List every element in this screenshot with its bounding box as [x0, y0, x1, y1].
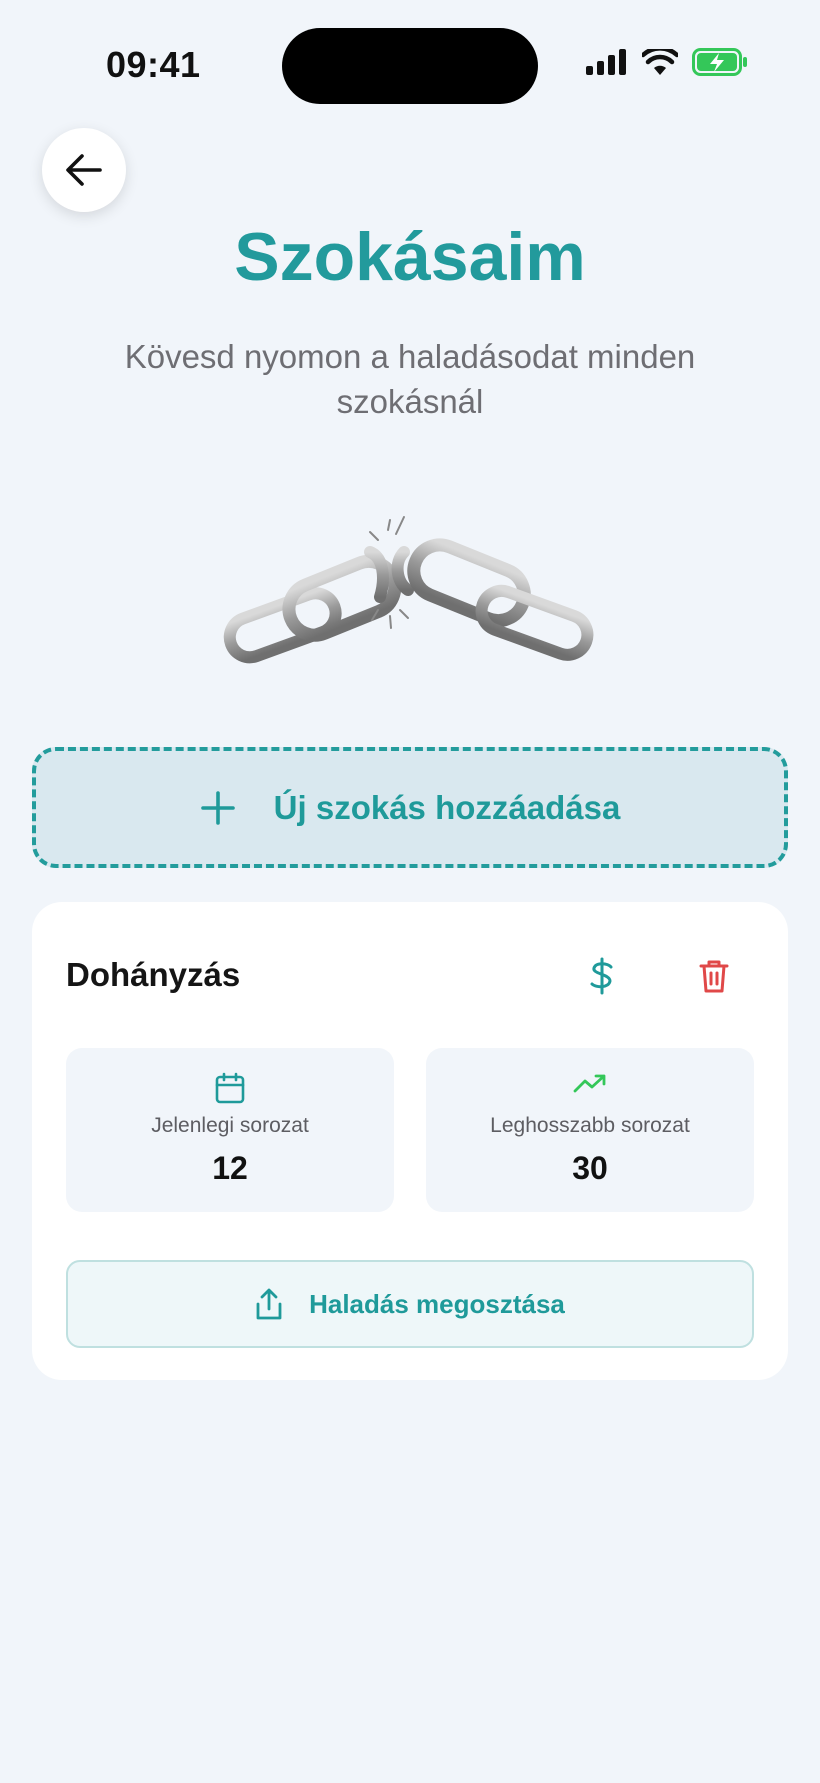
- page-title: Szokásaim: [234, 219, 586, 295]
- habits-screen: 09:41 Szokásaim Kövesd nyomon a haladáso…: [0, 0, 820, 1783]
- add-habit-label: Új szokás hozzáadása: [273, 788, 621, 826]
- current-streak-box: Jelenlegi sorozat 12: [66, 1048, 394, 1212]
- trending-up-icon: [573, 1074, 606, 1093]
- wifi-icon: [642, 49, 678, 75]
- delete-habit-button[interactable]: [692, 954, 736, 998]
- longest-streak-label: Leghosszabb sorozat: [490, 1114, 690, 1137]
- battery-charging-icon: [692, 48, 747, 76]
- current-streak-value: 12: [212, 1150, 248, 1186]
- status-icons: [586, 48, 748, 76]
- signal-icon: [586, 49, 626, 75]
- current-streak-label: Jelenlegi sorozat: [151, 1114, 309, 1137]
- savings-button[interactable]: [580, 954, 624, 998]
- dynamic-island: [282, 28, 538, 104]
- longest-streak-value: 30: [572, 1150, 608, 1186]
- calendar-icon: [215, 1072, 245, 1104]
- habit-card: Dohányzás Jelenlegi sorozat 12 Leghossza…: [32, 902, 788, 1380]
- trash-icon: [699, 960, 729, 993]
- status-time: 09:41: [106, 44, 201, 85]
- habit-name: Dohányzás: [66, 956, 241, 993]
- dollar-icon: [590, 957, 613, 995]
- share-progress-button[interactable]: Haladás megosztása: [66, 1260, 754, 1348]
- add-habit-button[interactable]: Új szokás hozzáadása: [32, 747, 788, 868]
- share-icon: [256, 1288, 282, 1320]
- arrow-left-icon: [66, 154, 102, 186]
- longest-streak-box: Leghosszabb sorozat 30: [426, 1048, 754, 1212]
- page-subtitle: Kövesd nyomon a haladásodat minden szoká…: [124, 338, 696, 420]
- plus-icon: [200, 790, 235, 825]
- back-button[interactable]: [42, 128, 126, 212]
- broken-chain-illustration: [223, 516, 594, 664]
- share-progress-label: Haladás megosztása: [309, 1288, 565, 1319]
